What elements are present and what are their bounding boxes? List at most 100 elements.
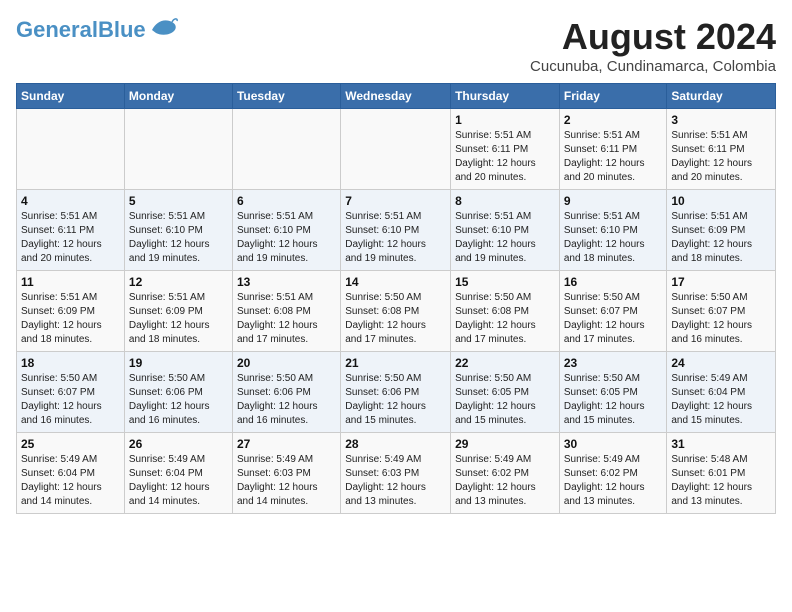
day-info: Sunrise: 5:49 AM Sunset: 6:02 PM Dayligh…: [564, 453, 663, 509]
day-number: 1: [455, 113, 555, 127]
day-info: Sunrise: 5:50 AM Sunset: 6:06 PM Dayligh…: [237, 372, 336, 428]
day-info: Sunrise: 5:50 AM Sunset: 6:05 PM Dayligh…: [455, 372, 555, 428]
calendar-cell: 15 Sunrise: 5:50 AM Sunset: 6:08 PM Dayli…: [451, 271, 560, 352]
day-number: 22: [455, 356, 555, 370]
day-number: 5: [129, 194, 228, 208]
day-header-sunday: Sunday: [17, 84, 125, 109]
day-info: Sunrise: 5:51 AM Sunset: 6:10 PM Dayligh…: [237, 210, 336, 266]
calendar-week-row: 4Sunrise: 5:51 AM Sunset: 6:11 PM Daylig…: [17, 190, 776, 271]
calendar-cell: [232, 109, 340, 190]
calendar-cell: 30 Sunrise: 5:49 AM Sunset: 6:02 PM Dayli…: [559, 433, 667, 514]
day-info: Sunrise: 5:49 AM Sunset: 6:04 PM Dayligh…: [21, 453, 120, 509]
logo-text: GeneralBlue: [16, 18, 146, 42]
calendar-cell: 13Sunrise: 5:51 AM Sunset: 6:08 PM Dayli…: [232, 271, 340, 352]
calendar-cell: 24Sunrise: 5:49 AM Sunset: 6:04 PM Dayli…: [667, 352, 776, 433]
logo-general: General: [16, 17, 98, 42]
day-number: 11: [21, 275, 120, 289]
calendar-week-row: 18 Sunrise: 5:50 AM Sunset: 6:07 PM Dayli…: [17, 352, 776, 433]
day-info: Sunrise: 5:51 AM Sunset: 6:10 PM Dayligh…: [455, 210, 555, 266]
day-number: 15: [455, 275, 555, 289]
day-header-tuesday: Tuesday: [232, 84, 340, 109]
day-number: 16: [564, 275, 663, 289]
calendar-cell: 11 Sunrise: 5:51 AM Sunset: 6:09 PM Dayli…: [17, 271, 125, 352]
calendar-cell: 17Sunrise: 5:50 AM Sunset: 6:07 PM Dayli…: [667, 271, 776, 352]
day-number: 28: [345, 437, 446, 451]
calendar-cell: 22 Sunrise: 5:50 AM Sunset: 6:05 PM Dayli…: [451, 352, 560, 433]
calendar-cell: 27 Sunrise: 5:49 AM Sunset: 6:03 PM Dayli…: [232, 433, 340, 514]
day-info: Sunrise: 5:51 AM Sunset: 6:11 PM Dayligh…: [564, 129, 663, 185]
day-number: 29: [455, 437, 555, 451]
day-number: 2: [564, 113, 663, 127]
calendar-cell: 18 Sunrise: 5:50 AM Sunset: 6:07 PM Dayli…: [17, 352, 125, 433]
calendar-week-row: 1 Sunrise: 5:51 AM Sunset: 6:11 PM Daylig…: [17, 109, 776, 190]
calendar-cell: 4Sunrise: 5:51 AM Sunset: 6:11 PM Daylig…: [17, 190, 125, 271]
calendar-header-row: SundayMondayTuesdayWednesdayThursdayFrid…: [17, 84, 776, 109]
day-number: 14: [345, 275, 446, 289]
day-info: Sunrise: 5:51 AM Sunset: 6:11 PM Dayligh…: [671, 129, 771, 185]
calendar-cell: 31Sunrise: 5:48 AM Sunset: 6:01 PM Dayli…: [667, 433, 776, 514]
day-header-thursday: Thursday: [451, 84, 560, 109]
calendar-cell: 8 Sunrise: 5:51 AM Sunset: 6:10 PM Daylig…: [451, 190, 560, 271]
logo: GeneralBlue: [16, 16, 178, 44]
day-info: Sunrise: 5:49 AM Sunset: 6:03 PM Dayligh…: [237, 453, 336, 509]
day-info: Sunrise: 5:49 AM Sunset: 6:04 PM Dayligh…: [671, 372, 771, 428]
day-info: Sunrise: 5:50 AM Sunset: 6:05 PM Dayligh…: [564, 372, 663, 428]
day-number: 18: [21, 356, 120, 370]
page-header: GeneralBlue August 2024 Cucunuba, Cundin…: [16, 16, 776, 75]
calendar-cell: 29 Sunrise: 5:49 AM Sunset: 6:02 PM Dayli…: [451, 433, 560, 514]
calendar-cell: [341, 109, 451, 190]
day-number: 3: [671, 113, 771, 127]
day-number: 8: [455, 194, 555, 208]
calendar-week-row: 11 Sunrise: 5:51 AM Sunset: 6:09 PM Dayli…: [17, 271, 776, 352]
day-number: 23: [564, 356, 663, 370]
day-number: 30: [564, 437, 663, 451]
day-info: Sunrise: 5:51 AM Sunset: 6:09 PM Dayligh…: [671, 210, 771, 266]
day-number: 26: [129, 437, 228, 451]
calendar-cell: 26 Sunrise: 5:49 AM Sunset: 6:04 PM Dayli…: [124, 433, 232, 514]
day-info: Sunrise: 5:48 AM Sunset: 6:01 PM Dayligh…: [671, 453, 771, 509]
calendar-cell: 6Sunrise: 5:51 AM Sunset: 6:10 PM Daylig…: [232, 190, 340, 271]
day-header-wednesday: Wednesday: [341, 84, 451, 109]
day-info: Sunrise: 5:49 AM Sunset: 6:04 PM Dayligh…: [129, 453, 228, 509]
calendar-cell: [17, 109, 125, 190]
day-number: 25: [21, 437, 120, 451]
day-header-monday: Monday: [124, 84, 232, 109]
day-number: 13: [237, 275, 336, 289]
calendar-table: SundayMondayTuesdayWednesdayThursdayFrid…: [16, 83, 776, 514]
calendar-cell: 9 Sunrise: 5:51 AM Sunset: 6:10 PM Daylig…: [559, 190, 667, 271]
day-info: Sunrise: 5:51 AM Sunset: 6:09 PM Dayligh…: [21, 291, 120, 347]
day-number: 27: [237, 437, 336, 451]
day-info: Sunrise: 5:51 AM Sunset: 6:09 PM Dayligh…: [129, 291, 228, 347]
day-number: 9: [564, 194, 663, 208]
day-info: Sunrise: 5:50 AM Sunset: 6:08 PM Dayligh…: [455, 291, 555, 347]
calendar-week-row: 25 Sunrise: 5:49 AM Sunset: 6:04 PM Dayli…: [17, 433, 776, 514]
calendar-cell: 19Sunrise: 5:50 AM Sunset: 6:06 PM Dayli…: [124, 352, 232, 433]
calendar-cell: 1Sunrise: 5:51 AM Sunset: 6:11 PM Daylig…: [451, 109, 560, 190]
calendar-cell: 23 Sunrise: 5:50 AM Sunset: 6:05 PM Dayli…: [559, 352, 667, 433]
title-block: August 2024 Cucunuba, Cundinamarca, Colo…: [530, 16, 776, 75]
month-year: August 2024: [530, 16, 776, 58]
day-info: Sunrise: 5:51 AM Sunset: 6:10 PM Dayligh…: [564, 210, 663, 266]
day-info: Sunrise: 5:51 AM Sunset: 6:10 PM Dayligh…: [345, 210, 446, 266]
calendar-cell: 7 Sunrise: 5:51 AM Sunset: 6:10 PM Daylig…: [341, 190, 451, 271]
day-number: 17: [671, 275, 771, 289]
calendar-cell: 5Sunrise: 5:51 AM Sunset: 6:10 PM Daylig…: [124, 190, 232, 271]
day-number: 10: [671, 194, 771, 208]
day-info: Sunrise: 5:49 AM Sunset: 6:03 PM Dayligh…: [345, 453, 446, 509]
day-info: Sunrise: 5:50 AM Sunset: 6:06 PM Dayligh…: [129, 372, 228, 428]
calendar-cell: 25 Sunrise: 5:49 AM Sunset: 6:04 PM Dayli…: [17, 433, 125, 514]
day-number: 7: [345, 194, 446, 208]
calendar-cell: 12 Sunrise: 5:51 AM Sunset: 6:09 PM Dayli…: [124, 271, 232, 352]
day-info: Sunrise: 5:50 AM Sunset: 6:07 PM Dayligh…: [21, 372, 120, 428]
day-header-friday: Friday: [559, 84, 667, 109]
day-header-saturday: Saturday: [667, 84, 776, 109]
day-info: Sunrise: 5:50 AM Sunset: 6:07 PM Dayligh…: [564, 291, 663, 347]
calendar-cell: 16 Sunrise: 5:50 AM Sunset: 6:07 PM Dayli…: [559, 271, 667, 352]
calendar-cell: 2 Sunrise: 5:51 AM Sunset: 6:11 PM Daylig…: [559, 109, 667, 190]
calendar-cell: 14Sunrise: 5:50 AM Sunset: 6:08 PM Dayli…: [341, 271, 451, 352]
day-number: 12: [129, 275, 228, 289]
day-info: Sunrise: 5:49 AM Sunset: 6:02 PM Dayligh…: [455, 453, 555, 509]
logo-bird-icon: [150, 16, 178, 44]
calendar-cell: 10 Sunrise: 5:51 AM Sunset: 6:09 PM Dayli…: [667, 190, 776, 271]
day-number: 21: [345, 356, 446, 370]
